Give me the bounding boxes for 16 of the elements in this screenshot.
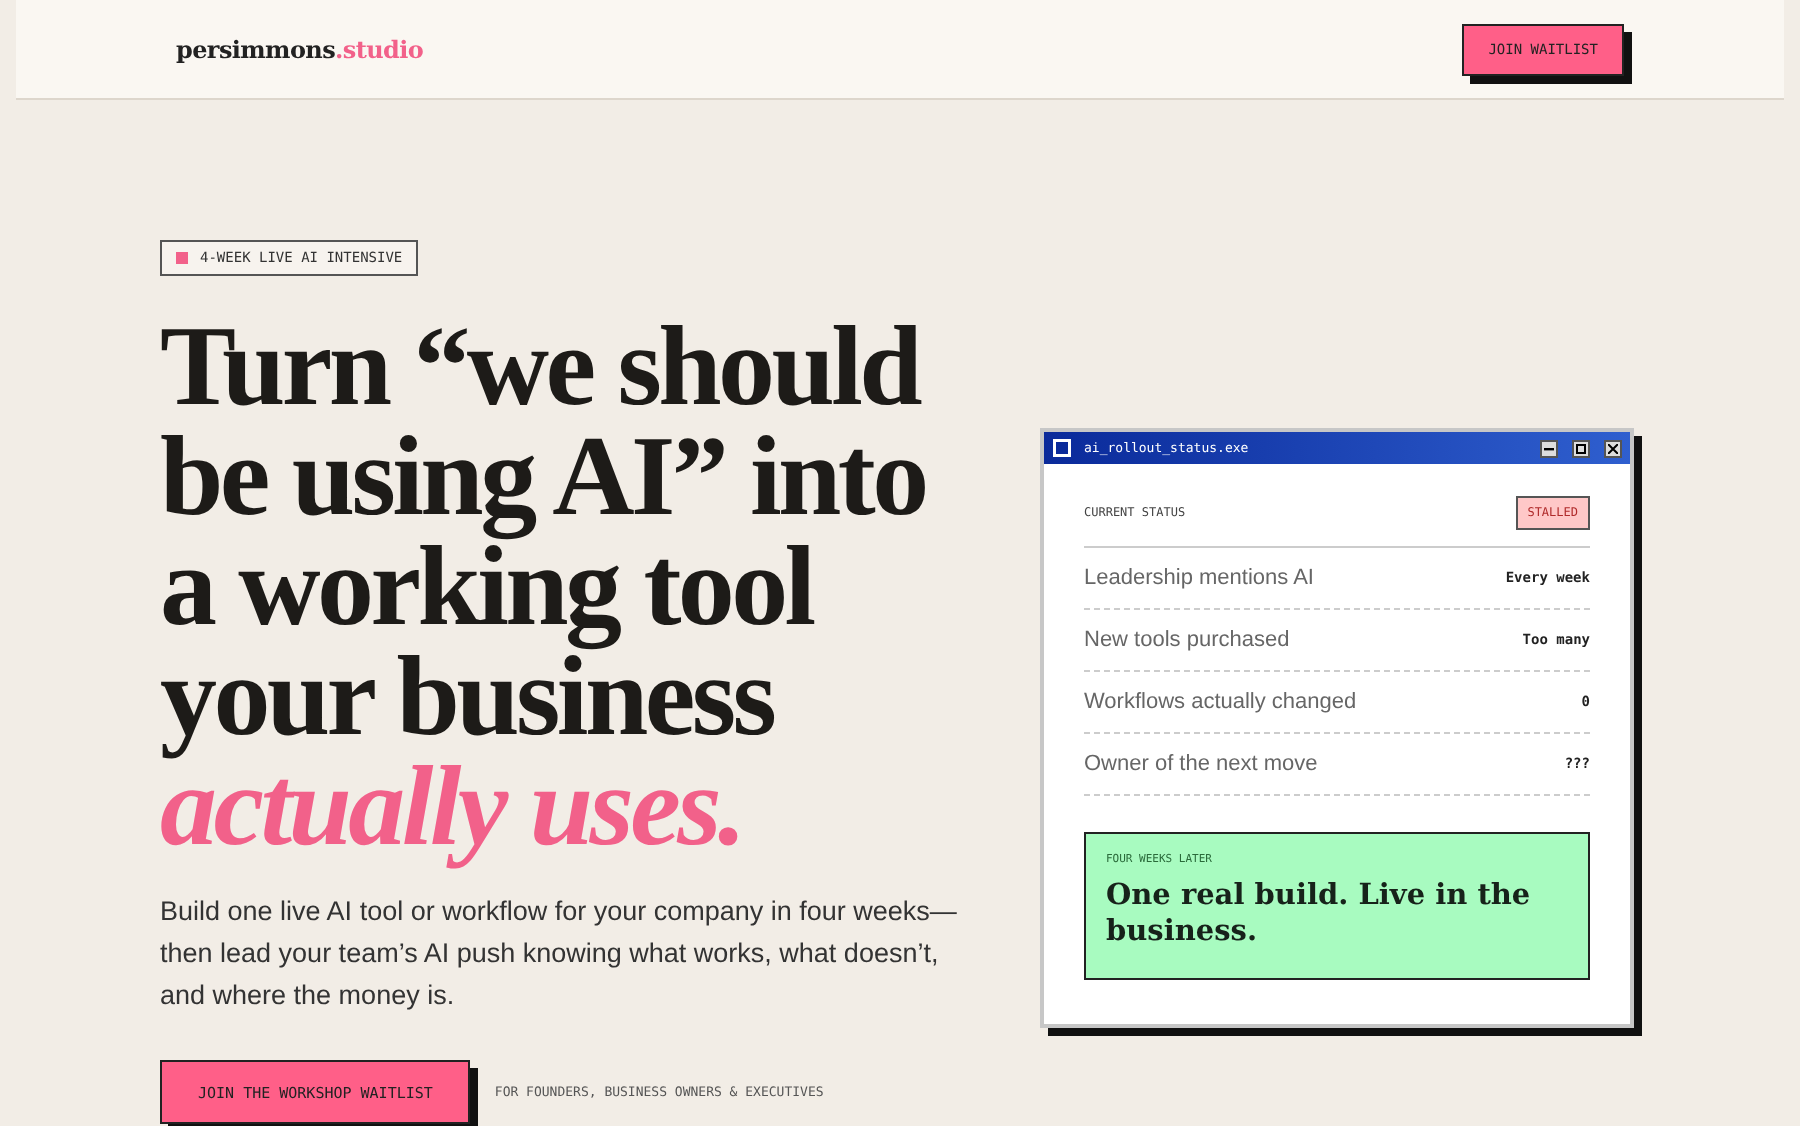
maximize-button[interactable]: [1572, 439, 1590, 457]
square-icon: [176, 252, 188, 264]
intro-text: Build one live AI tool or workflow for your company in four weeks—then lead your team’s AI push knowing what works, what doesn’t, and where the money is.: [160, 894, 959, 1014]
window-icon: [1052, 438, 1072, 458]
metric-label: Leadership mentions AI: [1084, 566, 1314, 590]
logo[interactable]: persimmons.studio: [176, 35, 424, 63]
metric-label: New tools purchased: [1084, 628, 1290, 652]
metric-label: Owner of the next move: [1084, 752, 1318, 776]
minimize-button[interactable]: [1540, 439, 1558, 457]
close-button[interactable]: [1604, 439, 1622, 457]
metric-label: Workflows actually changed: [1084, 690, 1357, 714]
close-icon: [1608, 443, 1618, 453]
maximize-icon: [1576, 443, 1586, 453]
minimize-icon: [1544, 443, 1554, 453]
result-text: One real build. Live in the business.: [1106, 878, 1533, 950]
headline: Turn “we should be using AI” into a working tool your business actually uses.: [160, 304, 926, 874]
